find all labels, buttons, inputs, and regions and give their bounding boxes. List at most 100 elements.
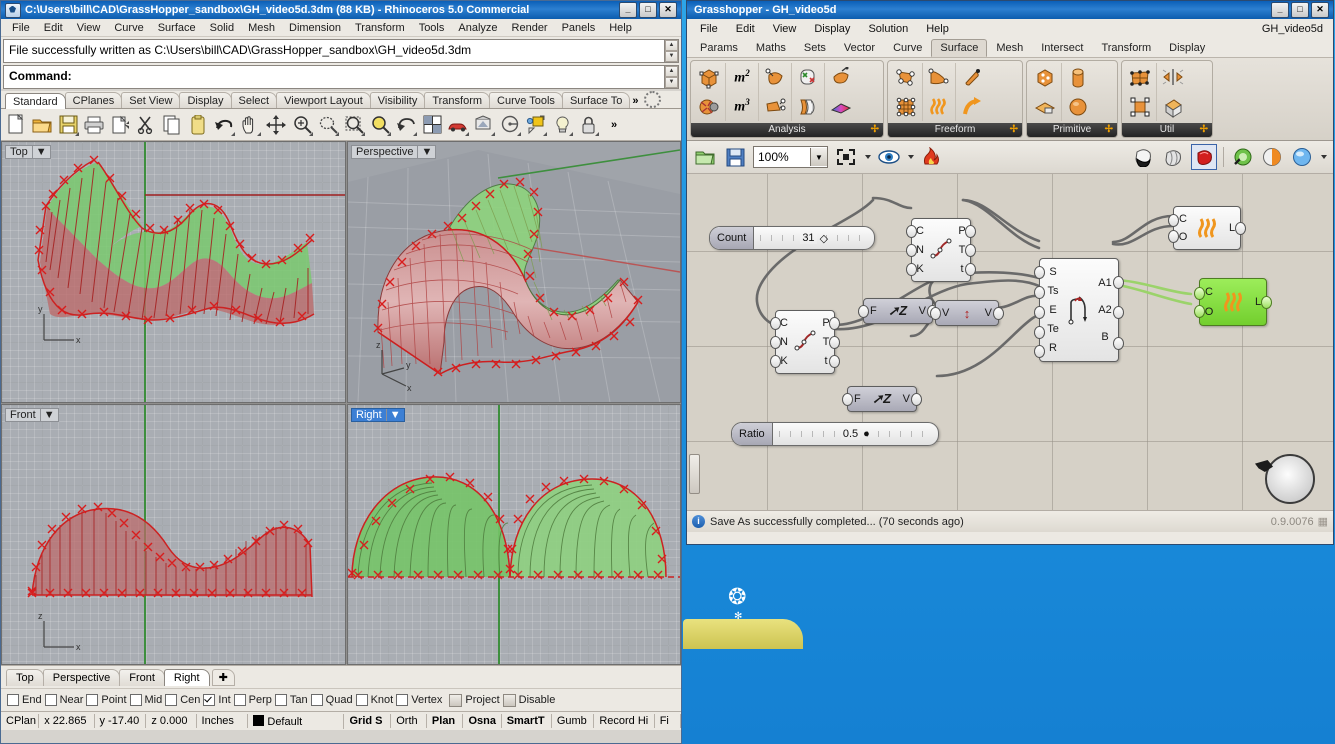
zoom-dynamic-icon[interactable] — [316, 113, 340, 137]
view-tab-add-icon[interactable]: ✚ — [211, 668, 235, 686]
rhino-tab-cplanes[interactable]: CPlanes — [64, 92, 123, 108]
osnap-tan[interactable]: Tan — [274, 694, 308, 706]
osnap-vertex-checkbox[interactable] — [396, 694, 409, 706]
offset-surface-icon[interactable] — [1160, 65, 1186, 91]
scroll-down-icon[interactable]: ▼ — [665, 51, 678, 62]
preview-eye-caret-icon[interactable] — [908, 155, 914, 159]
viewport-perspective[interactable]: z y x Perspective ▼ — [347, 141, 681, 403]
interp1-input-k-port[interactable] — [906, 263, 917, 276]
util-expand-icon[interactable]: ✢ — [1200, 123, 1208, 137]
sweep-output-a2-port[interactable] — [1113, 306, 1124, 319]
save-file-icon[interactable] — [723, 145, 747, 169]
viewport-front-dropdown-icon[interactable]: ▼ — [39, 409, 58, 421]
status-grid-snap[interactable]: Grid S — [344, 714, 392, 728]
slider-count[interactable]: Count 31 ◇ — [709, 226, 875, 250]
rhino-command-input[interactable]: Command: ▲ ▼ — [3, 65, 679, 89]
sphere-icon[interactable] — [1065, 94, 1091, 120]
rotate-view-icon[interactable] — [394, 113, 418, 137]
cut-icon[interactable] — [134, 113, 158, 137]
osnap-perp-checkbox[interactable] — [233, 694, 246, 706]
print-icon[interactable] — [82, 113, 106, 137]
slider-ratio-grip[interactable]: ● — [863, 428, 870, 440]
status-osnap[interactable]: Osna — [463, 714, 502, 728]
slider-ratio-track[interactable]: 0.5 ● — [773, 428, 938, 440]
interp2-output-t-port[interactable] — [829, 336, 840, 349]
sweep-output-b-port[interactable] — [1113, 337, 1124, 350]
status-units[interactable]: Inches — [197, 714, 249, 728]
interp1-output-p-port[interactable] — [965, 225, 976, 238]
component-loft-2[interactable]: C O L — [1194, 278, 1272, 326]
component-sweep2[interactable]: S Ts E Te R A1 A2 B — [1034, 258, 1124, 362]
viewport-front-label[interactable]: Front ▼ — [5, 408, 59, 422]
component-amplitude[interactable]: V ↕ V — [930, 300, 1004, 326]
rhino-menu-view[interactable]: View — [70, 21, 108, 35]
rhino-tab-viewport-layout[interactable]: Viewport Layout — [276, 92, 371, 108]
rhino-history-scroll[interactable]: ▲ ▼ — [664, 40, 678, 62]
preview-eye-icon[interactable] — [877, 145, 901, 169]
interp2-input-n-port[interactable] — [770, 336, 781, 349]
status-filter[interactable]: Fi — [655, 714, 682, 728]
gh-maximize-button[interactable]: □ — [1291, 2, 1309, 18]
gh-cat-sets[interactable]: Sets — [795, 39, 835, 57]
component-loft-1[interactable]: C O L — [1168, 206, 1246, 250]
sweep-input-e-port[interactable] — [1034, 306, 1045, 319]
gh-cat-transform[interactable]: Transform — [1092, 39, 1160, 57]
flyout-corner-icon-7[interactable] — [387, 131, 391, 136]
viewport-top-dropdown-icon[interactable]: ▼ — [31, 146, 50, 158]
paste-icon[interactable] — [186, 113, 210, 137]
osnap-disable-button[interactable]: Disable — [502, 693, 555, 707]
status-ortho[interactable]: Orth — [391, 714, 427, 728]
rhino-tab-visibility[interactable]: Visibility — [369, 92, 426, 108]
osnap-vertex[interactable]: Vertex — [396, 694, 442, 706]
status-smarttrack[interactable]: SmartT — [502, 714, 552, 728]
loft1-output-l-port[interactable] — [1235, 222, 1246, 235]
interp2-output-p-port[interactable] — [829, 317, 840, 330]
box-corners-icon[interactable] — [696, 65, 722, 91]
gh-resize-grip-icon[interactable]: ▦ — [1318, 515, 1328, 528]
surface-closest-point-icon[interactable] — [828, 65, 854, 91]
zoom-level-select[interactable]: 100% ▼ — [753, 146, 828, 168]
component-unit-z-2[interactable]: F ➚Z V — [842, 386, 922, 412]
component-interpolate-curve-2[interactable]: C N K P T t — [770, 310, 840, 374]
status-planar[interactable]: Plan — [427, 714, 464, 728]
osnap-end[interactable]: End — [7, 694, 42, 706]
rhino-close-button[interactable]: ✕ — [659, 2, 677, 18]
sweep-output-a1-port[interactable] — [1113, 276, 1124, 289]
rhino-menu-render[interactable]: Render — [505, 21, 555, 35]
interp2-output-tt-port[interactable] — [829, 355, 840, 368]
rhino-menu-surface[interactable]: Surface — [151, 21, 203, 35]
preview-off-icon[interactable] — [1131, 145, 1155, 169]
analysis-expand-icon[interactable]: ✢ — [871, 123, 879, 137]
osnap-point[interactable]: Point — [86, 694, 127, 706]
flyout-corner-icon[interactable] — [75, 131, 79, 136]
gh-cat-params[interactable]: Params — [691, 39, 747, 57]
gh-cat-surface[interactable]: Surface — [931, 39, 988, 57]
canvas-compass-icon[interactable] — [1265, 454, 1315, 504]
4point-surface-icon[interactable] — [893, 65, 919, 91]
rhino-tab-standard[interactable]: Standard — [5, 93, 66, 109]
sketch-green-icon[interactable] — [1230, 145, 1254, 169]
flyout-corner-icon-14[interactable] — [595, 131, 599, 136]
osnap-project-button[interactable]: Project — [449, 693, 500, 707]
flyout-corner-icon-3[interactable] — [257, 131, 261, 136]
rhino-tab-surface-tools[interactable]: Surface To — [561, 92, 631, 108]
gh-menu-edit[interactable]: Edit — [727, 22, 764, 36]
osnap-near-checkbox[interactable] — [44, 694, 57, 706]
rhino-menu-solid[interactable]: Solid — [203, 21, 241, 35]
pan-icon[interactable] — [238, 113, 262, 137]
loft2-output-l-port[interactable] — [1261, 296, 1272, 309]
gh-menu-solution[interactable]: Solution — [859, 22, 917, 36]
viewport-perspective-dropdown-icon[interactable]: ▼ — [417, 146, 435, 158]
gh-cat-display[interactable]: Display — [1160, 39, 1214, 57]
rhino-toolbar-overflow-icon[interactable]: » — [602, 113, 626, 137]
scroll-up-icon-2[interactable]: ▲ — [665, 66, 678, 77]
view-tab-right[interactable]: Right — [163, 668, 210, 686]
surface-curvature-icon[interactable] — [828, 94, 854, 120]
unitz2-input-f-port[interactable] — [842, 393, 853, 406]
rhino-menu-curve[interactable]: Curve — [107, 21, 150, 35]
rhino-menu-mesh[interactable]: Mesh — [241, 21, 282, 35]
flyout-corner-icon-5[interactable] — [335, 131, 339, 136]
osnap-end-checkbox[interactable] — [7, 694, 19, 706]
amplitude-input-v-port[interactable] — [930, 307, 941, 320]
loft1-input-o-port[interactable] — [1168, 230, 1179, 243]
